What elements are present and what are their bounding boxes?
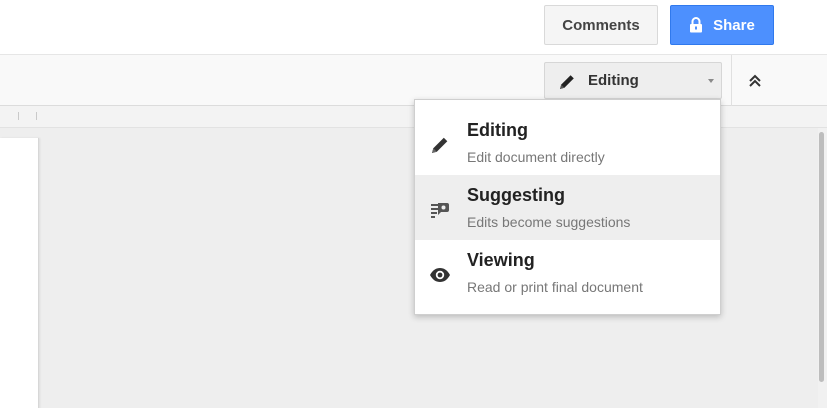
menu-item-title: Editing bbox=[467, 120, 528, 140]
menu-item-description: Read or print final document bbox=[467, 279, 643, 295]
menu-item-title: Viewing bbox=[467, 250, 535, 270]
toolbar-divider bbox=[731, 55, 732, 106]
vertical-scrollbar[interactable] bbox=[818, 128, 827, 408]
menu-item-editing[interactable]: Editing Edit document directly bbox=[415, 110, 720, 175]
chevron-down-icon bbox=[708, 79, 714, 83]
comments-button-label: Comments bbox=[562, 16, 640, 34]
mode-menu: Editing Edit document directly Suggestin… bbox=[414, 99, 721, 315]
document-page[interactable] bbox=[0, 138, 39, 408]
header-bar: Comments Share bbox=[0, 0, 827, 54]
menu-item-title: Suggesting bbox=[467, 185, 565, 205]
share-button-label: Share bbox=[713, 16, 755, 34]
ruler-tick bbox=[36, 112, 37, 120]
collapse-toolbar-button[interactable] bbox=[744, 70, 766, 92]
menu-item-description: Edit document directly bbox=[467, 149, 605, 165]
lock-icon bbox=[689, 17, 703, 33]
ruler-tick bbox=[18, 112, 19, 120]
pencil-icon bbox=[557, 72, 577, 92]
scrollbar-thumb[interactable] bbox=[819, 132, 824, 382]
docs-editor-window: Comments Share Editing Editing Edit docu… bbox=[0, 0, 827, 408]
eye-icon bbox=[429, 264, 451, 286]
pencil-icon bbox=[429, 134, 451, 156]
suggest-edit-icon bbox=[429, 199, 451, 221]
share-button[interactable]: Share bbox=[670, 5, 774, 45]
menu-item-description: Edits become suggestions bbox=[467, 214, 631, 230]
mode-dropdown[interactable]: Editing bbox=[544, 62, 722, 99]
double-chevron-up-icon bbox=[744, 74, 766, 96]
comments-button[interactable]: Comments bbox=[544, 5, 658, 45]
menu-item-suggesting[interactable]: Suggesting Edits become suggestions bbox=[415, 175, 720, 240]
menu-item-viewing[interactable]: Viewing Read or print final document bbox=[415, 240, 720, 305]
mode-dropdown-label: Editing bbox=[588, 72, 639, 89]
